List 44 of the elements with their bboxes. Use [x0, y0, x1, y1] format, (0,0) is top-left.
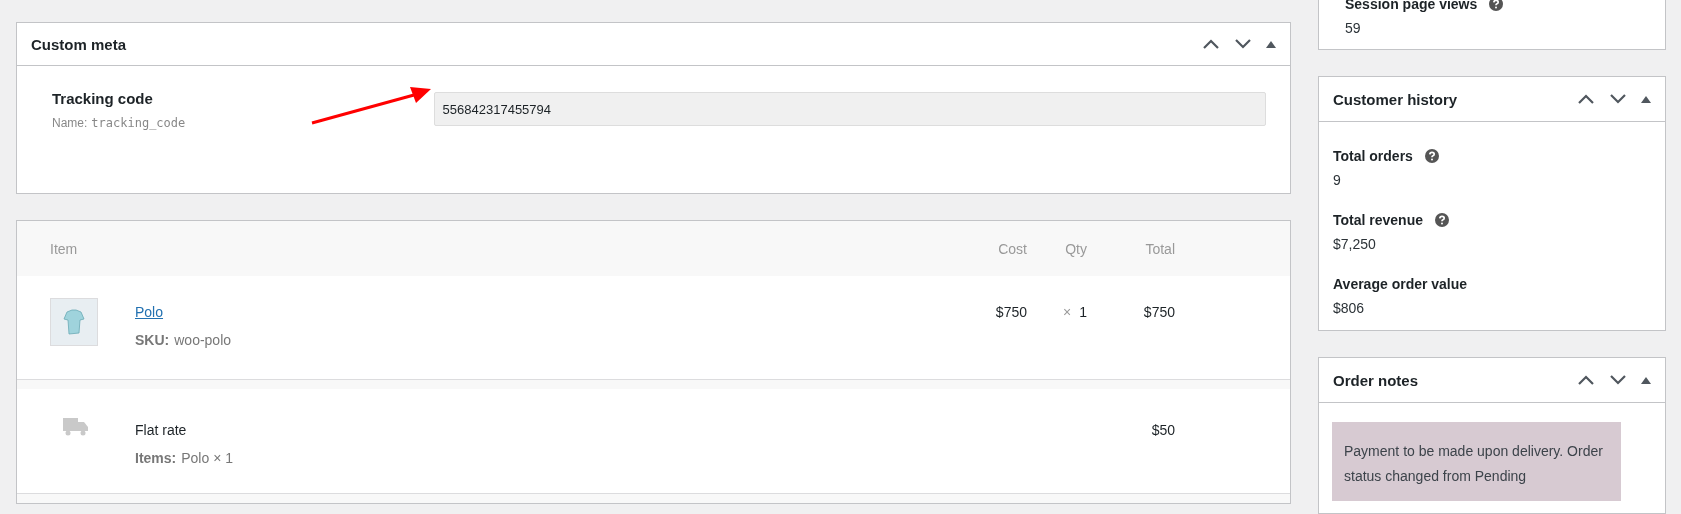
name-label: Name:	[52, 116, 88, 130]
panel-title: Customer history	[1333, 90, 1458, 108]
total-value: $50	[1150, 421, 1175, 438]
collapse-triangle-icon[interactable]	[1266, 40, 1276, 48]
column-header: Cost	[997, 240, 1027, 257]
shirt-thumbnail	[50, 298, 98, 346]
stat-value: 9	[1333, 172, 1342, 188]
cost-value: $750	[995, 304, 1027, 320]
stat-value: $806	[1333, 300, 1366, 316]
panel-title: Custom meta	[31, 35, 127, 53]
meta-label: Items:	[135, 450, 177, 466]
column-header: Qty	[1064, 240, 1087, 257]
stat-label: Total revenue	[1333, 212, 1423, 228]
field-label: Tracking code	[52, 90, 154, 107]
chevron-down-icon[interactable]	[1234, 38, 1252, 50]
tracking-code-field[interactable]: 556842317455794	[433, 92, 1266, 126]
stat-label: Average order value	[1333, 276, 1468, 292]
stat-value: 59	[1345, 20, 1362, 36]
help-icon[interactable]	[1435, 213, 1449, 227]
shipping-name: Flat rate	[135, 422, 188, 438]
panel-title: Order notes	[1333, 371, 1419, 389]
meta-value: Polo × 1	[181, 450, 233, 466]
help-icon[interactable]	[1489, 0, 1504, 11]
order-note: Payment to be made upon delivery. Order status changed from Pending	[1332, 422, 1621, 501]
meta-value: woo-polo	[174, 332, 232, 348]
stat-label: Total orders	[1333, 148, 1413, 164]
total-value: $750	[1142, 303, 1175, 320]
column-header: Item	[49, 240, 79, 257]
product-link[interactable]: Polo	[135, 304, 164, 320]
column-header: Total	[1144, 240, 1175, 257]
help-icon[interactable]	[1424, 149, 1439, 163]
stat-value: $7,250	[1333, 236, 1377, 252]
collapse-triangle-icon[interactable]	[1641, 376, 1651, 384]
chevron-up-icon[interactable]	[1202, 38, 1220, 50]
chevron-down-icon[interactable]	[1609, 374, 1627, 386]
field-key: tracking_code	[91, 116, 186, 130]
truck-icon	[63, 416, 89, 436]
collapse-triangle-icon[interactable]	[1641, 95, 1651, 103]
chevron-up-icon[interactable]	[1577, 93, 1595, 105]
meta-label: SKU:	[135, 332, 170, 348]
chevron-down-icon[interactable]	[1609, 93, 1627, 105]
times-sign: ×	[1063, 304, 1072, 320]
chevron-up-icon[interactable]	[1577, 374, 1595, 386]
qty-value: 1	[1079, 304, 1087, 320]
